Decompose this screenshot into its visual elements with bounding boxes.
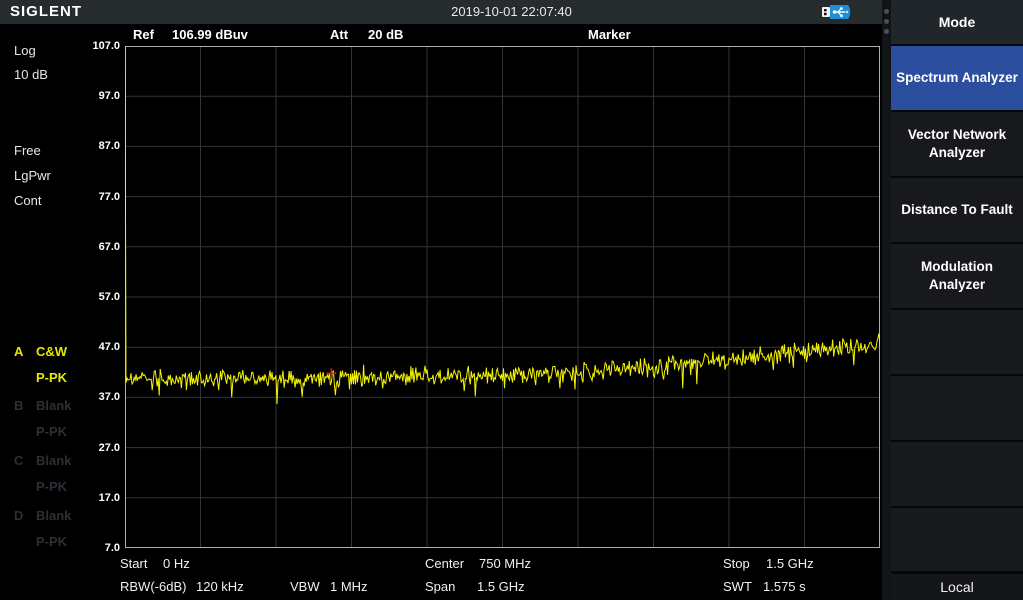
scale-type-readout: Log (14, 43, 36, 58)
att-value: 20 dB (368, 27, 403, 42)
y-axis-tick-label: 47.0 (60, 341, 120, 353)
preamp-readout: LgPwr (14, 168, 51, 183)
spectrum-plot (125, 46, 880, 548)
y-axis-tick-label: 7.0 (60, 542, 120, 554)
swt-value: 1.575 s (763, 579, 806, 594)
center-value: 750 MHz (479, 556, 531, 571)
ref-value: 106.99 dBuv (172, 27, 248, 42)
y-axis-tick-label: 17.0 (60, 492, 120, 504)
menu-item-empty-4[interactable] (891, 508, 1023, 571)
y-axis-tick-label: 77.0 (60, 191, 120, 203)
stop-value: 1.5 GHz (766, 556, 814, 571)
trace-a-letter: A (14, 344, 23, 359)
ref-label: Ref (133, 27, 154, 42)
gutter-dot (884, 9, 889, 14)
span-value: 1.5 GHz (477, 579, 525, 594)
menu-header-mode: Mode (891, 0, 1023, 44)
menu-item-empty-2[interactable] (891, 376, 1023, 440)
trace-a-detector: P-PK (36, 370, 67, 385)
menu-gutter (882, 0, 891, 600)
vbw-value: 1 MHz (330, 579, 368, 594)
trace-b-detector: P-PK (36, 424, 67, 439)
start-label: Start (120, 556, 147, 571)
y-axis-tick-label: 27.0 (60, 442, 120, 454)
span-label: Span (425, 579, 455, 594)
y-axis-tick-label: 97.0 (60, 90, 120, 102)
trigger-readout: Free (14, 143, 41, 158)
trace-b-letter: B (14, 398, 23, 413)
att-label: Att (330, 27, 348, 42)
y-axis-tick-label: 87.0 (60, 140, 120, 152)
scale-per-div-readout: 10 dB (14, 67, 48, 82)
local-status-bar[interactable]: Local (891, 574, 1023, 600)
sweep-mode-readout: Cont (14, 193, 41, 208)
mode-menu-panel: Mode Spectrum Analyzer Vector Network An… (891, 0, 1023, 600)
rbw-label: RBW(-6dB) (120, 579, 186, 594)
menu-item-distance-to-fault[interactable]: Distance To Fault (891, 178, 1023, 242)
trace-d-mode: Blank (36, 508, 71, 523)
gutter-dot (884, 19, 889, 24)
datetime-readout: 2019-10-01 22:07:40 (0, 4, 1023, 19)
menu-item-empty-1[interactable] (891, 310, 1023, 374)
stop-label: Stop (723, 556, 750, 571)
rbw-value: 120 kHz (196, 579, 244, 594)
y-axis-tick-label: 37.0 (60, 391, 120, 403)
menu-item-modulation-analyzer[interactable]: Modulation Analyzer (891, 244, 1023, 308)
start-value: 0 Hz (163, 556, 190, 571)
graticule-grid (125, 46, 880, 548)
swt-label: SWT (723, 579, 752, 594)
trace-c-mode: Blank (36, 453, 71, 468)
menu-item-vector-network-analyzer[interactable]: Vector Network Analyzer (891, 112, 1023, 176)
gutter-dot (884, 29, 889, 34)
menu-item-empty-3[interactable] (891, 442, 1023, 506)
y-axis-tick-label: 57.0 (60, 291, 120, 303)
marker-label: Marker (588, 27, 631, 42)
trace-c-letter: C (14, 453, 23, 468)
usb-icon (820, 4, 862, 20)
y-axis-tick-label: 67.0 (60, 241, 120, 253)
vbw-label: VBW (290, 579, 320, 594)
menu-item-spectrum-analyzer[interactable]: Spectrum Analyzer (891, 46, 1023, 110)
center-label: Center (425, 556, 464, 571)
trace-d-letter: D (14, 508, 23, 523)
y-axis-tick-label: 107.0 (60, 40, 120, 52)
